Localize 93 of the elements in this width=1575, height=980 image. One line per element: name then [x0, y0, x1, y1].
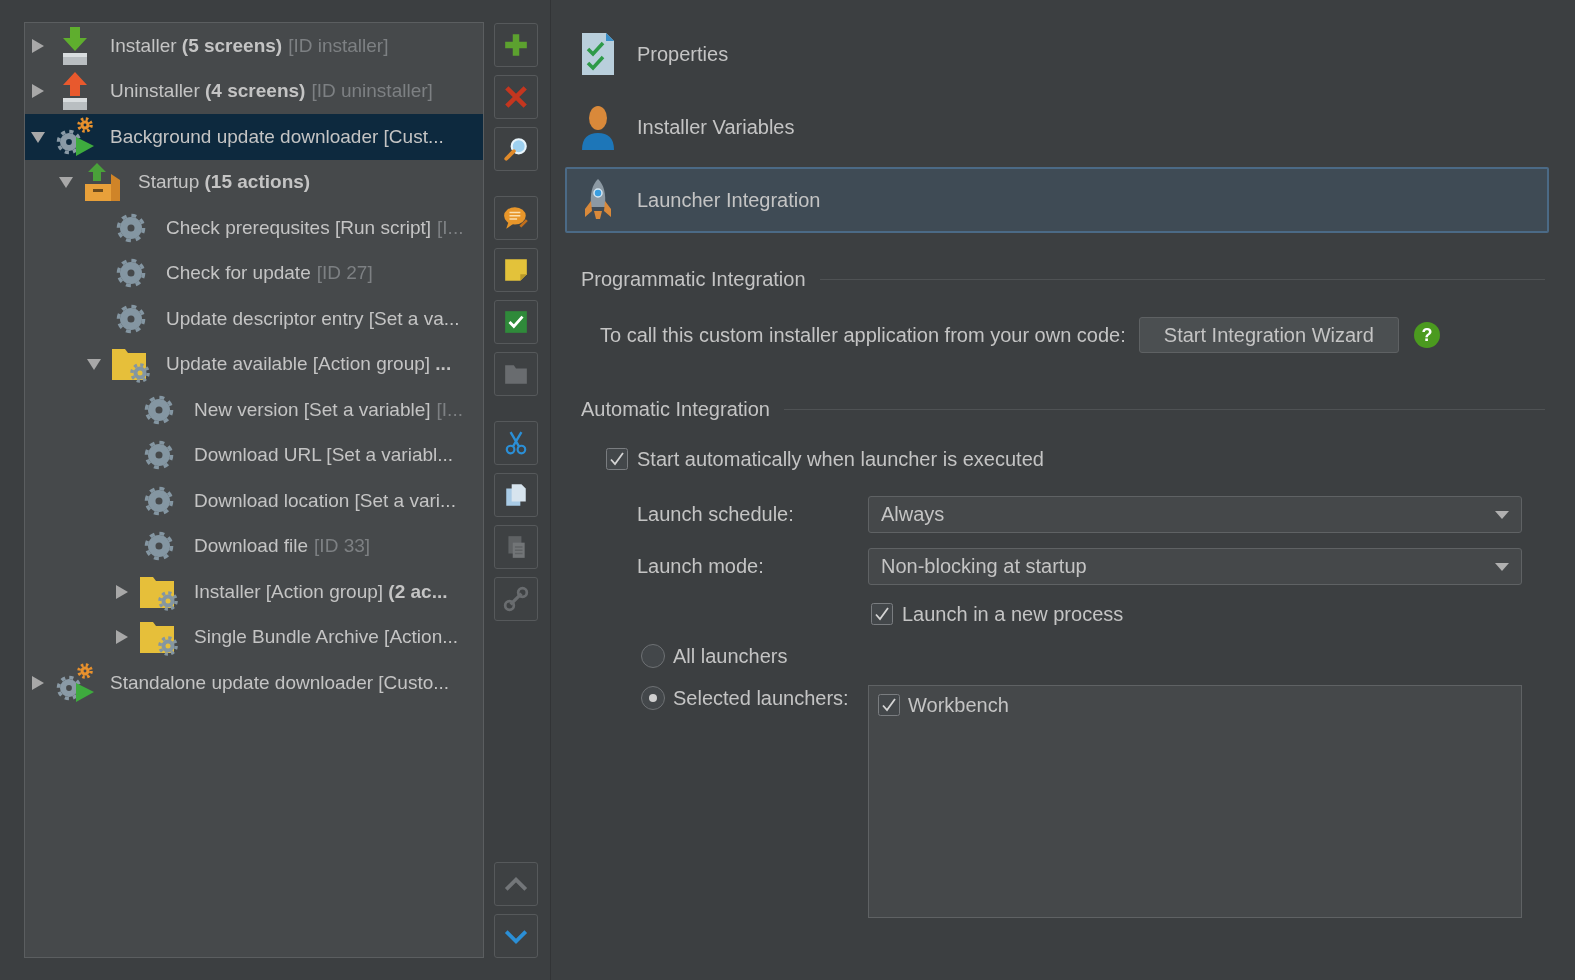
tree-item-label: Installer (5 screens) — [110, 34, 283, 57]
tree-item[interactable]: Background update downloader [Cust... — [25, 114, 483, 160]
gear-play-icon — [55, 662, 95, 703]
tree-item-label: Check prerequsites [Run script] — [166, 216, 432, 239]
tree-item-label: Check for update — [166, 262, 311, 285]
list-item-label: Workbench — [908, 693, 1009, 717]
caret-icon — [1495, 562, 1509, 571]
box-arrow-icon — [83, 162, 123, 203]
plus-icon — [503, 32, 529, 58]
tree-item[interactable]: Check for update [ID 27] — [25, 250, 483, 296]
disclosure-triangle-icon[interactable] — [31, 84, 45, 99]
field-label: Launch mode: — [637, 555, 765, 578]
tree-item[interactable]: Standalone update downloader [Custo... — [25, 660, 483, 706]
disclosure-triangle-icon[interactable] — [31, 129, 45, 144]
documents-icon — [503, 482, 529, 508]
tree-item[interactable]: Download file [ID 33] — [25, 523, 483, 569]
search-icon — [503, 136, 529, 162]
tree-item-label: Update descriptor entry [Set a va... — [166, 307, 460, 330]
tree-item-label: Uninstaller (4 screens) — [110, 80, 306, 103]
dropdown[interactable]: Non-blocking at startup — [868, 548, 1522, 585]
speech-bubble-icon — [503, 205, 529, 231]
disclosure-triangle-icon[interactable] — [31, 675, 45, 690]
tree-item-label: Installer [Action group] (2 ac... — [194, 580, 448, 603]
section-label: Launcher Integration — [637, 188, 821, 212]
radio-button[interactable] — [641, 644, 665, 668]
tree-item-label: Standalone update downloader [Custo... — [110, 671, 450, 694]
checkbox[interactable] — [606, 448, 628, 470]
disclosure-triangle-icon[interactable] — [59, 175, 73, 190]
gear-play-icon — [55, 116, 95, 157]
item-id: [I... — [437, 216, 464, 239]
person-icon — [580, 104, 616, 150]
tree-item-label: Download URL [Set a variabl... — [194, 444, 454, 467]
move-down-button[interactable] — [494, 914, 538, 958]
scissors-icon — [503, 430, 529, 456]
tree-item[interactable]: Download URL [Set a variabl... — [25, 432, 483, 478]
tree-item[interactable]: Update descriptor entry [Set a va... — [25, 296, 483, 342]
checkbox-label: Launch in a new process — [902, 602, 1124, 626]
radio-label: All launchers — [673, 644, 788, 668]
checklist-document-icon — [580, 31, 616, 77]
tree-item[interactable]: New version [Set a variable] [I... — [25, 387, 483, 433]
field-label: Launch schedule: — [637, 503, 795, 526]
tree-item[interactable]: Single Bundle Archive [Action... — [25, 614, 483, 660]
tree-item-label: Single Bundle Archive [Action... — [194, 626, 459, 649]
tree-item[interactable]: Check prerequsites [Run script] [I... — [25, 205, 483, 251]
tree-item[interactable]: Uninstaller (4 screens) [ID uninstaller] — [25, 68, 483, 114]
tree-item[interactable]: Download location [Set a vari... — [25, 478, 483, 524]
cut-button[interactable] — [494, 421, 538, 465]
tree-item[interactable]: Installer [Action group] (2 ac... — [25, 569, 483, 615]
tree-item[interactable]: Update available [Action group] ... — [25, 341, 483, 387]
chain-link-icon — [503, 586, 529, 612]
checkbox[interactable] — [878, 694, 900, 716]
section-item[interactable]: Installer Variables — [565, 94, 1549, 160]
item-id: [ID 33] — [314, 535, 371, 558]
section-label: Installer Variables — [637, 115, 795, 139]
section-label: Properties — [637, 42, 729, 66]
tree-item[interactable]: Startup (15 actions) — [25, 159, 483, 205]
section-title: Programmatic Integration — [581, 267, 806, 291]
copy-button[interactable] — [494, 473, 538, 517]
disclosure-triangle-icon[interactable] — [115, 630, 129, 645]
dropdown[interactable]: Always — [868, 496, 1522, 533]
comment-button[interactable] — [494, 196, 538, 240]
checkbox[interactable] — [871, 603, 893, 625]
item-id: [ID 27] — [316, 262, 373, 285]
sticky-note-icon — [503, 257, 529, 283]
description-text: To call this custom installer application from your own code: — [600, 323, 1126, 347]
disclosure-triangle-icon[interactable] — [31, 38, 45, 53]
note-button[interactable] — [494, 248, 538, 292]
wizard-button[interactable]: Start Integration Wizard — [1138, 317, 1399, 353]
item-id: [ID uninstaller] — [311, 80, 433, 103]
item-id: [I... — [436, 398, 463, 421]
check-square-icon — [503, 309, 529, 335]
disclosure-triangle-icon[interactable] — [87, 357, 101, 372]
caret-icon — [1495, 510, 1509, 519]
section-title: Automatic Integration — [581, 397, 770, 421]
check-button[interactable] — [494, 300, 538, 344]
tree-item-label: Background update downloader [Cust... — [110, 125, 444, 148]
radio-button[interactable] — [641, 686, 665, 710]
radio-label: Selected launchers: — [673, 686, 849, 710]
search-button[interactable] — [494, 127, 538, 171]
tree-item-label: Download file — [194, 535, 309, 558]
cross-icon — [503, 84, 529, 110]
tree-item[interactable]: Installer (5 screens) [ID installer] — [25, 23, 483, 69]
checkbox-label: Start automatically when launcher is executed — [637, 447, 1044, 471]
help-button[interactable]: ? — [1413, 322, 1440, 348]
tree-item-label: Update available [Action group] ... — [166, 353, 452, 376]
section-item[interactable]: Launcher Integration — [565, 167, 1549, 233]
section-item[interactable]: Properties — [565, 21, 1549, 87]
item-id: [ID installer] — [288, 34, 389, 57]
disclosure-triangle-icon[interactable] — [115, 584, 129, 599]
add-button[interactable] — [494, 23, 538, 67]
tree-item-label: Startup (15 actions) — [138, 171, 311, 194]
tree-item-label: Download location [Set a vari... — [194, 489, 456, 512]
tree-item-label: New version [Set a variable] — [194, 398, 431, 421]
